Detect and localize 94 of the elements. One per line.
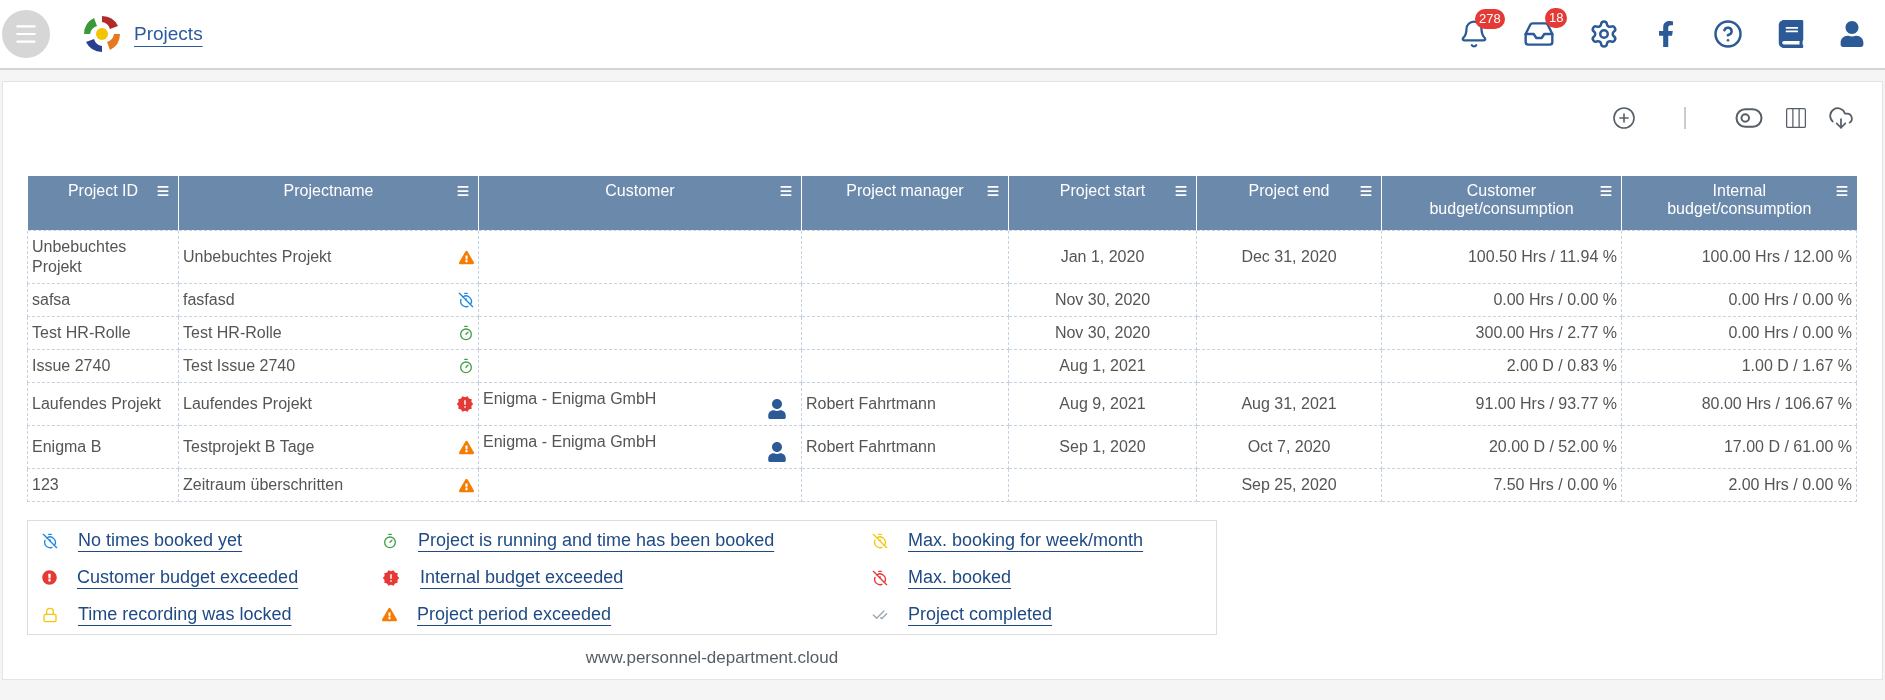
table-cell: Unbebuchtes Projekt bbox=[183, 247, 332, 267]
footer-url: www.personnel-department.cloud bbox=[584, 647, 840, 669]
table-cell: Nov 30, 2020 bbox=[1054, 291, 1151, 308]
user-icon[interactable] bbox=[1839, 21, 1865, 47]
table-cell: Aug 9, 2021 bbox=[1059, 395, 1146, 412]
table-cell: Oct 7, 2020 bbox=[1247, 438, 1331, 455]
timer-off-icon bbox=[458, 292, 474, 308]
lock-icon bbox=[42, 606, 58, 623]
table-cell: 123 bbox=[27, 468, 179, 502]
table-cell: 2.00 D / 0.83 % bbox=[1506, 357, 1617, 374]
table-cell: Zeitraum überschritten bbox=[183, 475, 344, 495]
timer-icon bbox=[458, 325, 474, 341]
add-icon[interactable] bbox=[1612, 106, 1636, 130]
table-cell: Robert Fahrtmann bbox=[806, 438, 936, 455]
column-menu-icon[interactable] bbox=[779, 184, 793, 198]
page-title[interactable]: Projects bbox=[134, 23, 203, 45]
column-header[interactable]: Customer budget/consumption bbox=[1381, 176, 1622, 231]
column-header[interactable]: Projectname bbox=[178, 176, 479, 231]
table-cell: Jan 1, 2020 bbox=[1060, 248, 1145, 265]
table-cell: Sep 1, 2020 bbox=[1059, 438, 1146, 455]
cloud-download-icon[interactable] bbox=[1828, 105, 1854, 131]
warning-icon bbox=[459, 439, 474, 455]
table-cell: Laufendes Projekt bbox=[183, 394, 312, 414]
table-cell: 0.00 Hrs / 0.00 % bbox=[1493, 291, 1617, 308]
timer-off-icon bbox=[872, 532, 888, 549]
timer-off-icon bbox=[872, 569, 888, 586]
table-cell: Enigma - Enigma GmbH bbox=[483, 389, 657, 409]
table-cell: Sep 25, 2020 bbox=[1241, 476, 1337, 493]
table-cell: 91.00 Hrs / 93.77 % bbox=[1475, 395, 1617, 412]
table-cell: Issue 2740 bbox=[27, 349, 179, 383]
column-header[interactable]: Project ID bbox=[27, 176, 179, 231]
help-icon[interactable] bbox=[1713, 19, 1743, 49]
table-cell: 0.00 Hrs / 0.00 % bbox=[1728, 291, 1852, 308]
column-menu-icon[interactable] bbox=[1174, 184, 1188, 198]
column-menu-icon[interactable] bbox=[1834, 184, 1849, 198]
column-header[interactable]: Customer bbox=[478, 176, 802, 231]
table-cell: 100.50 Hrs / 11.94 % bbox=[1467, 248, 1617, 265]
person-icon bbox=[767, 442, 787, 462]
legend-link[interactable]: Internal budget exceeded bbox=[420, 567, 624, 588]
inbox-count: 18 bbox=[1545, 8, 1568, 28]
settings-icon[interactable] bbox=[1589, 19, 1619, 49]
table-cell: Test HR-Rolle bbox=[27, 316, 179, 350]
table-cell: 2.00 Hrs / 0.00 % bbox=[1728, 476, 1852, 493]
columns-icon[interactable] bbox=[1786, 108, 1806, 128]
column-menu-icon[interactable] bbox=[156, 184, 170, 198]
column-menu-icon[interactable] bbox=[986, 184, 1000, 198]
table-cell: Enigma B bbox=[27, 425, 179, 469]
table-cell: Test HR-Rolle bbox=[183, 323, 282, 343]
table-cell: safsa bbox=[27, 283, 179, 317]
column-menu-icon[interactable] bbox=[456, 184, 470, 198]
legend-link[interactable]: No times booked yet bbox=[78, 530, 243, 551]
table-cell: Nov 30, 2020 bbox=[1054, 324, 1151, 341]
table-cell: 7.50 Hrs / 0.00 % bbox=[1493, 476, 1617, 493]
column-header[interactable]: Project end bbox=[1196, 176, 1382, 231]
legend-link[interactable]: Max. booked bbox=[908, 567, 1012, 588]
person-icon bbox=[767, 399, 787, 419]
legend-link[interactable]: Project completed bbox=[908, 604, 1053, 625]
legend-link[interactable]: Max. booking for week/month bbox=[908, 530, 1144, 551]
table-cell: Testprojekt B Tage bbox=[183, 437, 315, 457]
notification-count: 278 bbox=[1475, 9, 1505, 29]
column-menu-icon[interactable] bbox=[1359, 184, 1373, 198]
table-cell: 80.00 Hrs / 106.67 % bbox=[1701, 395, 1852, 412]
table-cell: 17.00 D / 61.00 % bbox=[1723, 438, 1852, 455]
table-cell: 300.00 Hrs / 2.77 % bbox=[1475, 324, 1617, 341]
timer-icon bbox=[458, 358, 474, 374]
legend-link[interactable]: Project is running and time has been booked bbox=[418, 530, 775, 551]
table-cell: Unbebuchtes Projekt bbox=[27, 230, 179, 284]
legend-link[interactable]: Project period exceeded bbox=[417, 604, 612, 625]
warning-icon bbox=[459, 477, 474, 493]
timer-off-icon bbox=[42, 532, 58, 549]
column-menu-icon[interactable] bbox=[1599, 184, 1613, 198]
warning-icon bbox=[382, 607, 397, 622]
timer-icon bbox=[382, 532, 398, 549]
legend-link[interactable]: Time recording was locked bbox=[78, 604, 292, 625]
warning-icon bbox=[459, 249, 474, 265]
book-icon[interactable] bbox=[1777, 20, 1805, 48]
table-cell: Test Issue 2740 bbox=[183, 356, 296, 376]
table-cell: Aug 31, 2021 bbox=[1241, 395, 1337, 412]
column-header[interactable]: Project manager bbox=[801, 176, 1009, 231]
alert-badge-icon bbox=[456, 395, 474, 413]
column-header[interactable]: Internal budget/consumption bbox=[1621, 176, 1857, 231]
table-cell: fasfasd bbox=[183, 290, 235, 310]
table-cell: Enigma - Enigma GmbH bbox=[483, 432, 657, 452]
table-cell: 20.00 D / 52.00 % bbox=[1488, 438, 1617, 455]
table-cell: Aug 1, 2021 bbox=[1059, 357, 1146, 374]
table-cell: 100.00 Hrs / 12.00 % bbox=[1701, 248, 1852, 265]
table-cell: Robert Fahrtmann bbox=[806, 395, 936, 412]
table-cell: 1.00 D / 1.67 % bbox=[1741, 357, 1852, 374]
column-header[interactable]: Project start bbox=[1008, 176, 1197, 231]
table-cell: Dec 31, 2020 bbox=[1241, 248, 1337, 265]
table-cell: Laufendes Projekt bbox=[27, 382, 179, 426]
alert-badge-icon bbox=[382, 568, 400, 587]
table-cell: 0.00 Hrs / 0.00 % bbox=[1728, 324, 1852, 341]
legend-link[interactable]: Customer budget exceeded bbox=[77, 567, 299, 588]
